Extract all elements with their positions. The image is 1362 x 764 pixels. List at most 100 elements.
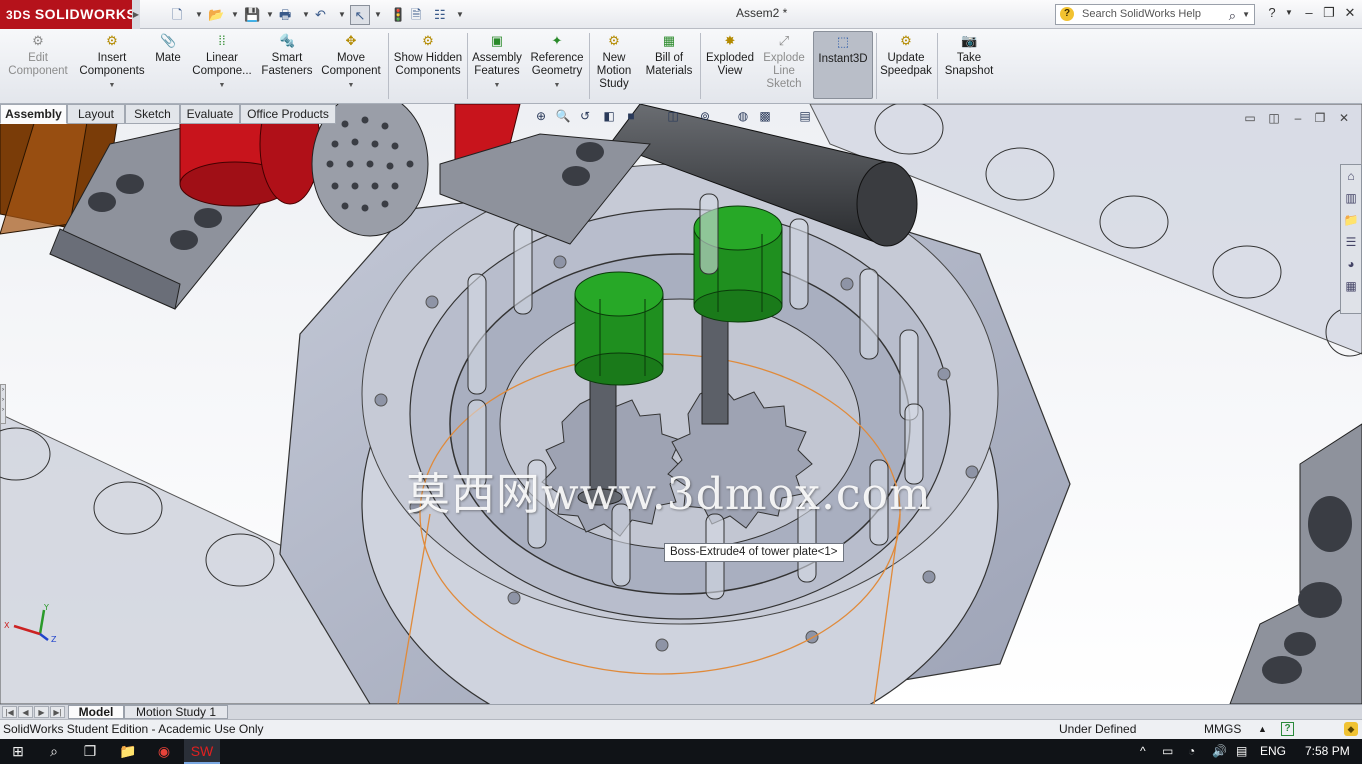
feature-tree-flyout-handle[interactable]: › › › bbox=[0, 384, 6, 424]
rebuild-icon[interactable]: 🚦 bbox=[390, 5, 406, 25]
move-component-dropdown-icon[interactable]: ▼ bbox=[318, 79, 384, 92]
first-tab-icon[interactable]: |◀ bbox=[2, 706, 17, 718]
windows-start-icon[interactable]: ⊞ bbox=[0, 739, 36, 764]
file-properties-icon[interactable]: 🗎 bbox=[411, 5, 421, 25]
exploded-view-button[interactable]: ✸ Exploded View bbox=[703, 33, 757, 78]
viewport-tile-icon[interactable]: ▭ bbox=[1242, 110, 1258, 126]
new-motion-study-button[interactable]: ⚙ New Motion Study bbox=[592, 33, 636, 91]
show-hidden-button[interactable]: ⚙ Show Hidden Components bbox=[392, 33, 464, 78]
linear-pattern-button[interactable]: ⁞⁞ Linear Compone... ▼ bbox=[188, 33, 256, 92]
edit-component-button[interactable]: ⚙ Edit Component bbox=[5, 33, 71, 78]
update-speedpak-button[interactable]: ⚙ Update Speedpak bbox=[879, 33, 933, 78]
tab-motion-study-1[interactable]: Motion Study 1 bbox=[124, 705, 228, 719]
options-dropdown-icon[interactable]: ▼ bbox=[456, 5, 464, 25]
units-dropdown-icon[interactable]: ▲ bbox=[1258, 720, 1267, 739]
minimize-button[interactable]: – bbox=[1300, 4, 1318, 22]
custom-properties-icon[interactable]: ▦ bbox=[1341, 275, 1361, 297]
bill-of-materials-button[interactable]: ▦ Bill of Materials bbox=[642, 33, 696, 78]
search-help-box[interactable]: ? Search SolidWorks Help ⌕ ▼ bbox=[1055, 4, 1255, 25]
linear-pattern-dropdown-icon[interactable]: ▼ bbox=[188, 79, 256, 92]
search-icon[interactable]: ⌕ bbox=[36, 739, 72, 764]
new-document-icon[interactable]: 🗋 bbox=[172, 5, 182, 25]
insert-components-button[interactable]: ⚙ Insert Components ▼ bbox=[76, 33, 148, 92]
next-tab-icon[interactable]: ▶ bbox=[34, 706, 49, 718]
view-orientation-icon[interactable]: ■ bbox=[622, 107, 640, 125]
clock[interactable]: 7:58 PM bbox=[1305, 739, 1350, 764]
smart-fasteners-button[interactable]: 🔩 Smart Fasteners bbox=[260, 33, 314, 78]
unit-system[interactable]: MMGS bbox=[1204, 720, 1241, 739]
menu-expand-arrow-icon[interactable]: ▶ bbox=[132, 0, 140, 29]
open-dropdown-icon[interactable]: ▼ bbox=[231, 5, 239, 25]
appearances-icon[interactable]: ◕ bbox=[1341, 253, 1361, 275]
search-icon[interactable]: ⌕ bbox=[1229, 6, 1236, 25]
file-explorer-icon[interactable]: 📁 bbox=[110, 739, 146, 764]
volume-icon[interactable]: 🔊 bbox=[1212, 739, 1227, 764]
chrome-icon[interactable]: ◉ bbox=[146, 739, 182, 764]
tab-evaluate[interactable]: Evaluate bbox=[180, 104, 240, 124]
take-snapshot-button[interactable]: 📷 Take Snapshot bbox=[941, 33, 997, 78]
help-icon[interactable]: ? bbox=[1263, 4, 1281, 22]
search-input[interactable]: Search SolidWorks Help bbox=[1082, 8, 1201, 20]
open-folder-icon[interactable]: 📂 bbox=[208, 5, 224, 25]
undo-dropdown-icon[interactable]: ▼ bbox=[338, 5, 346, 25]
home-icon[interactable]: ⌂ bbox=[1341, 165, 1361, 187]
new-dropdown-icon[interactable]: ▼ bbox=[195, 5, 203, 25]
tab-office-products[interactable]: Office Products bbox=[240, 104, 336, 124]
language-indicator[interactable]: ENG bbox=[1260, 739, 1286, 764]
help-dropdown-icon[interactable]: ▼ bbox=[1280, 4, 1298, 22]
close-button[interactable]: ✕ bbox=[1341, 4, 1359, 22]
viewport-restore-button[interactable]: ❐ bbox=[1312, 110, 1328, 126]
edit-appearance-icon[interactable]: ◍ bbox=[734, 107, 752, 125]
viewport-split-icon[interactable]: ◫ bbox=[1266, 110, 1282, 126]
options-icon[interactable]: ☷ bbox=[434, 5, 446, 25]
view-palette-icon[interactable]: ☰ bbox=[1341, 231, 1361, 253]
tab-assembly[interactable]: Assembly bbox=[0, 104, 67, 124]
apply-scene-icon[interactable]: ▩ bbox=[756, 107, 774, 125]
restore-button[interactable]: ❐ bbox=[1320, 4, 1338, 22]
insert-components-dropdown-icon[interactable]: ▼ bbox=[76, 79, 148, 92]
zoom-area-icon[interactable]: 🔍 bbox=[554, 107, 572, 125]
zoom-to-fit-icon[interactable]: ⊕ bbox=[532, 107, 550, 125]
solidworks-taskbar-icon[interactable]: SW bbox=[184, 739, 220, 764]
assembly-features-dropdown-icon[interactable]: ▼ bbox=[470, 79, 524, 92]
file-explorer-icon[interactable]: 📁 bbox=[1341, 209, 1361, 231]
graphics-area[interactable]: ⊕ 🔍 ↺ ◧ ■ ◫ ⊚ ◍ ▩ ▤ ▭ ◫ – ❐ ✕ 莫西网www.3dm… bbox=[0, 104, 1362, 704]
tab-sketch[interactable]: Sketch bbox=[125, 104, 180, 124]
save-dropdown-icon[interactable]: ▼ bbox=[266, 5, 274, 25]
previous-view-icon[interactable]: ↺ bbox=[576, 107, 594, 125]
tags-icon[interactable]: ◆ bbox=[1344, 722, 1358, 736]
battery-icon[interactable]: ▭ bbox=[1162, 739, 1173, 764]
viewport-minimize-button[interactable]: – bbox=[1290, 110, 1306, 126]
save-icon[interactable]: 💾 bbox=[244, 5, 260, 25]
quick-tips-icon[interactable]: ? bbox=[1281, 722, 1294, 736]
previous-tab-icon[interactable]: ◀ bbox=[18, 706, 33, 718]
select-dropdown-icon[interactable]: ▼ bbox=[374, 5, 382, 25]
design-library-icon[interactable]: ▥ bbox=[1341, 187, 1361, 209]
explode-line-sketch-button[interactable]: ⤢ Explode Line Sketch bbox=[760, 33, 808, 91]
select-pointer-icon[interactable]: ↖ bbox=[350, 5, 370, 25]
assembly-model[interactable] bbox=[0, 104, 1362, 704]
print-icon[interactable]: 🖶 bbox=[279, 5, 291, 25]
assembly-features-button[interactable]: ▣ Assembly Features ▼ bbox=[470, 33, 524, 92]
hide-show-items-icon[interactable]: ⊚ bbox=[696, 107, 714, 125]
move-component-button[interactable]: ✥ Move Component ▼ bbox=[318, 33, 384, 92]
viewport-close-button[interactable]: ✕ bbox=[1336, 110, 1352, 126]
section-view-icon[interactable]: ◧ bbox=[600, 107, 618, 125]
reference-geometry-button[interactable]: ✦ Reference Geometry ▼ bbox=[528, 33, 586, 92]
mate-button[interactable]: 📎 Mate bbox=[152, 33, 184, 65]
solidworks-logo[interactable]: 3DS SOLIDWORKS bbox=[0, 0, 136, 29]
undo-icon[interactable]: ↶ bbox=[315, 5, 326, 25]
tab-model[interactable]: Model bbox=[68, 705, 124, 719]
show-hidden-icons-icon[interactable]: ^ bbox=[1140, 739, 1146, 764]
display-style-icon[interactable]: ◫ bbox=[664, 107, 682, 125]
view-settings-icon[interactable]: ▤ bbox=[796, 107, 814, 125]
tab-layout[interactable]: Layout bbox=[67, 104, 125, 124]
notification-icon[interactable]: ▤ bbox=[1236, 739, 1247, 764]
print-dropdown-icon[interactable]: ▼ bbox=[302, 5, 310, 25]
instant3d-button[interactable]: ⬚ Instant3D bbox=[813, 31, 873, 99]
reference-geometry-dropdown-icon[interactable]: ▼ bbox=[528, 79, 586, 92]
network-icon[interactable]: ◔ bbox=[1188, 739, 1195, 764]
task-view-icon[interactable]: ❐ bbox=[72, 739, 108, 764]
last-tab-icon[interactable]: ▶| bbox=[50, 706, 65, 718]
search-dropdown-icon[interactable]: ▼ bbox=[1242, 5, 1250, 24]
